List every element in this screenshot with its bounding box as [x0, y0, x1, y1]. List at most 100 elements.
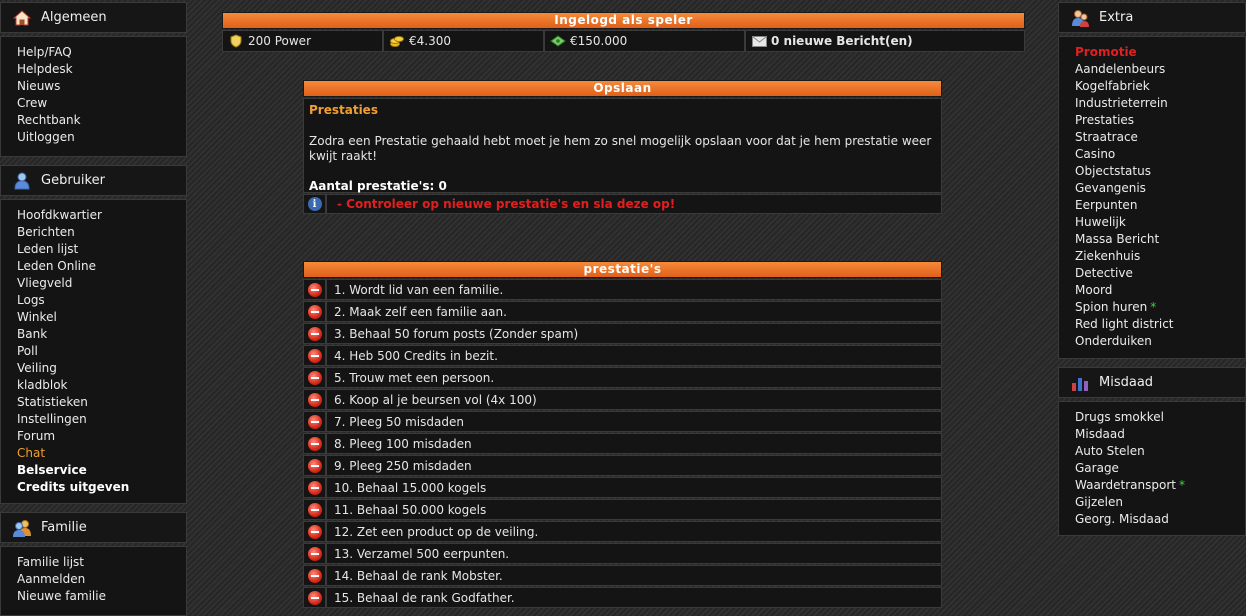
menu-item-familie-lijst[interactable]: Familie lijst — [17, 554, 186, 571]
main-content: Ingelogd als speler 200 Power €4.300 €15… — [222, 0, 1025, 608]
menu-item-leden-online[interactable]: Leden Online — [17, 258, 186, 275]
menu-item-aanmelden[interactable]: Aanmelden — [17, 571, 186, 588]
menu-item-uitloggen[interactable]: Uitloggen — [17, 129, 186, 146]
panel-body-gebruiker: Hoofdkwartier Berichten Leden lijst Lede… — [0, 199, 187, 504]
prestatie-label: 1. Wordt lid van een familie. — [326, 279, 942, 300]
panel-title: Extra — [1099, 10, 1134, 25]
list-item: 4. Heb 500 Credits in bezit. — [303, 345, 942, 366]
prestatie-label: 5. Trouw met een persoon. — [326, 367, 942, 388]
opslaan-body: Prestaties Zodra een Prestatie gehaald h… — [303, 98, 942, 193]
menu-item-red-light-district[interactable]: Red light district — [1075, 316, 1245, 333]
user-icon — [11, 172, 33, 190]
menu-item-logs[interactable]: Logs — [17, 292, 186, 309]
menu-item-winkel[interactable]: Winkel — [17, 309, 186, 326]
menu-item-waardetransport[interactable]: Waardetransport * — [1075, 477, 1245, 494]
warning-text[interactable]: - Controleer op nieuwe prestatie's en sl… — [326, 194, 942, 214]
opslaan-text: Zodra een Prestatie gehaald hebt moet je… — [309, 134, 932, 163]
menu-item-moord[interactable]: Moord — [1075, 282, 1245, 299]
warning-icon-cell: i — [303, 194, 326, 214]
menu-item-gevangenis[interactable]: Gevangenis — [1075, 180, 1245, 197]
menu-item-ziekenhuis[interactable]: Ziekenhuis — [1075, 248, 1245, 265]
menu-item-huwelijk[interactable]: Huwelijk — [1075, 214, 1245, 231]
menu-item-instellingen[interactable]: Instellingen — [17, 411, 186, 428]
menu-item-massa-bericht[interactable]: Massa Bericht — [1075, 231, 1245, 248]
prestatie-label: 4. Heb 500 Credits in bezit. — [326, 345, 942, 366]
panel-header-algemeen: Algemeen — [0, 2, 187, 33]
minus-circle-icon — [307, 348, 322, 363]
menu-item-kladblok[interactable]: kladblok — [17, 377, 186, 394]
menu-item-hoofdkwartier[interactable]: Hoofdkwartier — [17, 207, 186, 224]
prestatie-label: 9. Pleeg 250 misdaden — [326, 455, 942, 476]
panel-title: Familie — [41, 520, 87, 535]
menu-item-poll[interactable]: Poll — [17, 343, 186, 360]
minus-circle-icon — [307, 590, 322, 605]
menu-item-statistieken[interactable]: Statistieken — [17, 394, 186, 411]
prestaties-list: 1. Wordt lid van een familie. 2. Maak ze… — [303, 279, 942, 608]
menu-item-vliegveld[interactable]: Vliegveld — [17, 275, 186, 292]
stat-power: 200 Power — [222, 30, 383, 52]
menu-item-helpdesk[interactable]: Helpdesk — [17, 61, 186, 78]
menu-item-eerpunten[interactable]: Eerpunten — [1075, 197, 1245, 214]
menu-item-prestaties[interactable]: Prestaties — [1075, 112, 1245, 129]
menu-item-garage[interactable]: Garage — [1075, 460, 1245, 477]
menu-item-auto-stelen[interactable]: Auto Stelen — [1075, 443, 1245, 460]
header-title: Ingelogd als speler — [222, 12, 1025, 29]
minus-circle-icon — [307, 502, 322, 517]
menu-item-promotie[interactable]: Promotie — [1075, 44, 1245, 61]
left-sidebar: Algemeen Help/FAQ Helpdesk Nieuws Crew R… — [0, 0, 187, 616]
menu-item-aandelenbeurs[interactable]: Aandelenbeurs — [1075, 61, 1245, 78]
opslaan-title: Opslaan — [303, 80, 942, 97]
shield-icon — [228, 34, 244, 48]
panel-header-familie: Familie — [0, 512, 187, 543]
menu-item-detective[interactable]: Detective — [1075, 265, 1245, 282]
list-item: 9. Pleeg 250 misdaden — [303, 455, 942, 476]
menu-item-drugs-smokkel[interactable]: Drugs smokkel — [1075, 409, 1245, 426]
menu-item-crew[interactable]: Crew — [17, 95, 186, 112]
menu-item-veiling[interactable]: Veiling — [17, 360, 186, 377]
menu-item-onderduiken[interactable]: Onderduiken — [1075, 333, 1245, 350]
panel-header-extra: Extra — [1058, 2, 1246, 33]
panel-body-extra: Promotie Aandelenbeurs Kogelfabriek Indu… — [1058, 36, 1246, 359]
menu-item-chat[interactable]: Chat — [17, 445, 186, 462]
minus-circle-icon — [307, 370, 322, 385]
menu-item-credits-uitgeven[interactable]: Credits uitgeven — [17, 479, 186, 496]
menu-item-nieuwe-familie[interactable]: Nieuwe familie — [17, 588, 186, 605]
stats-bar: 200 Power €4.300 €150.000 0 nieuwe Beric… — [222, 30, 1025, 52]
menu-item-nieuws[interactable]: Nieuws — [17, 78, 186, 95]
menu-item-leden-lijst[interactable]: Leden lijst — [17, 241, 186, 258]
bank-value: €150.000 — [570, 34, 628, 48]
menu-item-industrieterrein[interactable]: Industrieterrein — [1075, 95, 1245, 112]
list-item: 10. Behaal 15.000 kogels — [303, 477, 942, 498]
stat-bank: €150.000 — [544, 30, 745, 52]
menu-item-objectstatus[interactable]: Objectstatus — [1075, 163, 1245, 180]
menu-item-kogelfabriek[interactable]: Kogelfabriek — [1075, 78, 1245, 95]
minus-circle-icon — [307, 480, 322, 495]
menu-item-spion-huren[interactable]: Spion huren * — [1075, 299, 1245, 316]
menu-item-forum[interactable]: Forum — [17, 428, 186, 445]
panel-header-gebruiker: Gebruiker — [0, 165, 187, 196]
panel-body-algemeen: Help/FAQ Helpdesk Nieuws Crew Rechtbank … — [0, 36, 187, 157]
menu-item-rechtbank[interactable]: Rechtbank — [17, 112, 186, 129]
minus-circle-icon — [307, 304, 322, 319]
menu-item-berichten[interactable]: Berichten — [17, 224, 186, 241]
menu-item-belservice[interactable]: Belservice — [17, 462, 186, 479]
panel-body-familie: Familie lijst Aanmelden Nieuwe familie — [0, 546, 187, 616]
minus-circle-icon — [307, 546, 322, 561]
opslaan-heading: Prestaties — [309, 103, 378, 117]
menu-item-casino[interactable]: Casino — [1075, 146, 1245, 163]
bar-chart-icon — [1069, 374, 1091, 392]
prestatie-label: 15. Behaal de rank Godfather. — [326, 587, 942, 608]
cash-value: €4.300 — [409, 34, 451, 48]
prestatie-label: 8. Pleeg 100 misdaden — [326, 433, 942, 454]
menu-item-bank[interactable]: Bank — [17, 326, 186, 343]
coins-icon — [389, 34, 405, 48]
menu-item-help-faq[interactable]: Help/FAQ — [17, 44, 186, 61]
menu-item-misdaad[interactable]: Misdaad — [1075, 426, 1245, 443]
menu-item-georg-misdaad[interactable]: Georg. Misdaad — [1075, 511, 1245, 528]
menu-item-gijzelen[interactable]: Gijzelen — [1075, 494, 1245, 511]
menu-item-straatrace[interactable]: Straatrace — [1075, 129, 1245, 146]
panel-body-misdaad: Drugs smokkel Misdaad Auto Stelen Garage… — [1058, 401, 1246, 536]
list-item: 3. Behaal 50 forum posts (Zonder spam) — [303, 323, 942, 344]
minus-circle-icon — [307, 414, 322, 429]
stat-messages[interactable]: 0 nieuwe Bericht(en) — [745, 30, 1025, 52]
